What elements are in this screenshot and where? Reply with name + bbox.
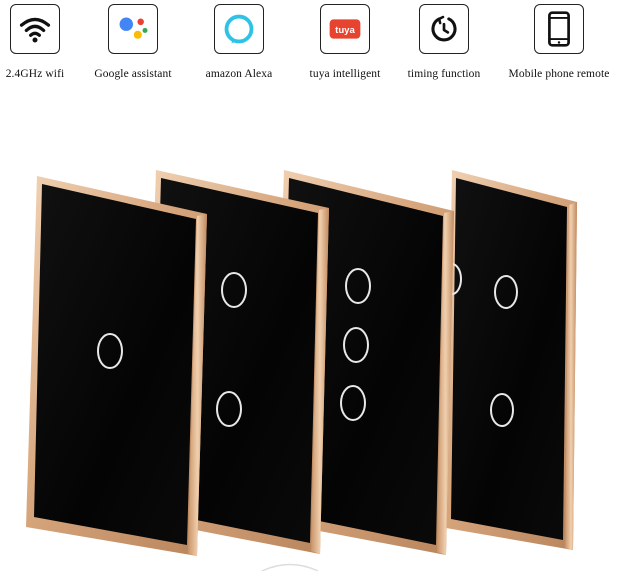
google-assistant-icon [108, 4, 158, 54]
feature-google-assistant: Google assistant [78, 4, 188, 80]
feature-timing: timing function [389, 4, 499, 80]
alexa-icon [214, 4, 264, 54]
smartphone-icon [534, 4, 584, 54]
tuya-logo-text: tuya [335, 25, 355, 36]
tuya-logo-icon: tuya [320, 4, 370, 54]
timer-icon [419, 4, 469, 54]
feature-alexa: amazon Alexa [184, 4, 294, 80]
feature-wifi: 2.4GHz wifi [0, 4, 90, 80]
feature-label: Mobile phone remote [508, 68, 610, 80]
feature-label: timing function [407, 68, 481, 80]
switch-panel-1 [26, 176, 207, 556]
switch-panel-4 [442, 170, 577, 550]
feature-bar: 2.4GHz wifi Google assistant amazon Alex… [0, 0, 620, 100]
wifi-icon [10, 4, 60, 54]
feature-label: tuya intelligent [309, 68, 381, 80]
feature-label: Google assistant [94, 68, 172, 80]
feature-label: amazon Alexa [205, 68, 273, 80]
feature-label: 2.4GHz wifi [5, 68, 65, 80]
switch-panels-photo [0, 150, 620, 571]
feature-mobile-remote: Mobile phone remote [504, 4, 614, 80]
feature-tuya: tuya tuya intelligent [290, 4, 400, 80]
